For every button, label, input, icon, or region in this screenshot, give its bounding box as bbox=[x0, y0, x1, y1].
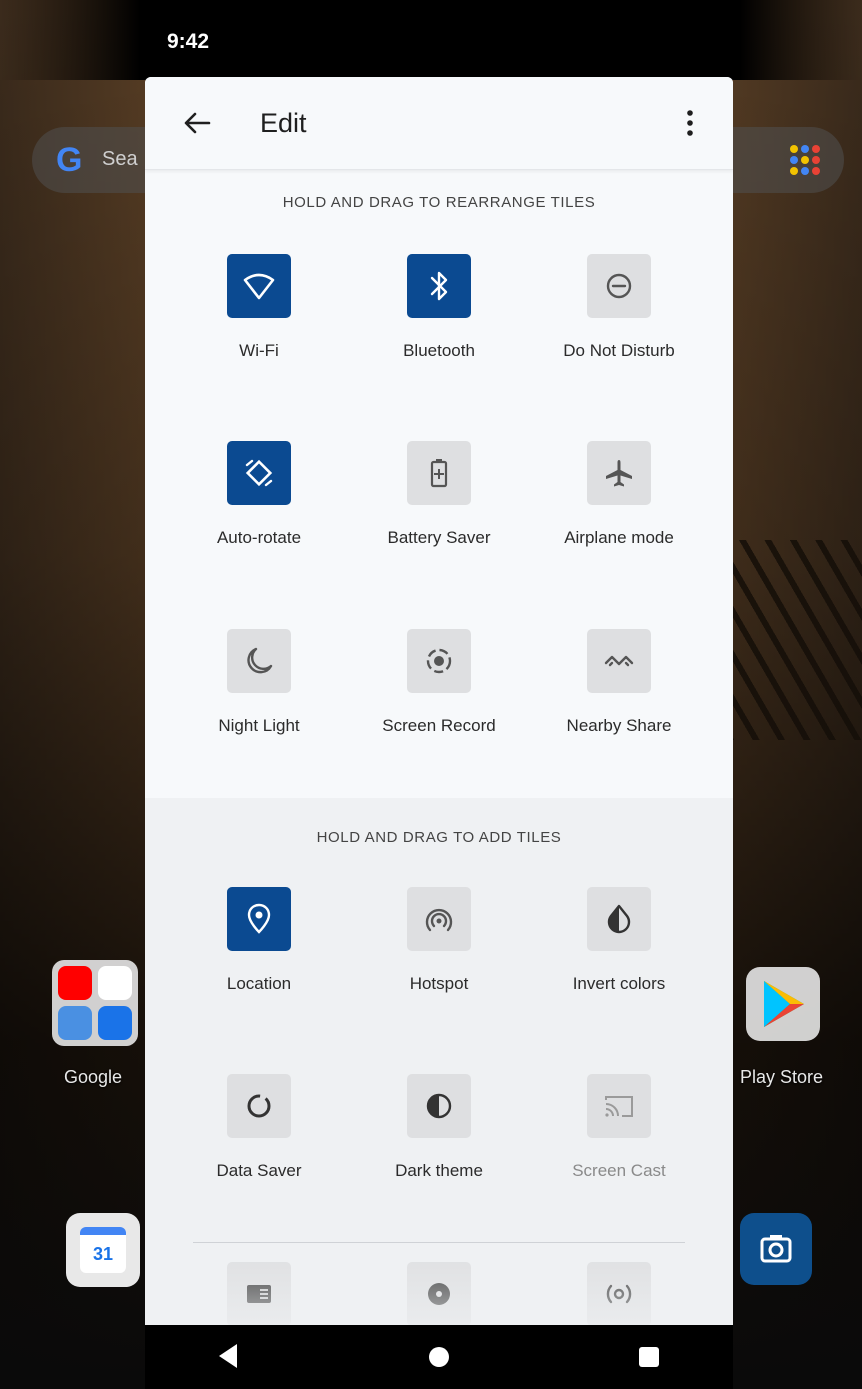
tile-label: Dark theme bbox=[395, 1161, 483, 1180]
nav-home-icon[interactable] bbox=[429, 1347, 449, 1367]
tile-screen-record[interactable]: Screen Record bbox=[358, 629, 518, 769]
location-icon bbox=[227, 887, 291, 951]
tile-location[interactable]: Location bbox=[178, 887, 338, 1027]
tile-label: Airplane mode bbox=[564, 528, 674, 547]
tile-label: Nearby Share bbox=[566, 716, 672, 735]
night-light-icon bbox=[227, 629, 291, 693]
youtube-icon bbox=[58, 966, 92, 1000]
calendar-icon[interactable]: 31 bbox=[66, 1213, 140, 1287]
auto-rotate-icon bbox=[227, 441, 291, 505]
tile-label: Night Light bbox=[218, 716, 300, 735]
airplane-icon bbox=[587, 441, 651, 505]
edit-tiles-panel: Edit HOLD AND DRAG TO REARRANGE TILES Wi… bbox=[145, 77, 733, 1325]
data-saver-icon bbox=[227, 1074, 291, 1138]
add-tiles-section bbox=[145, 798, 733, 1325]
live-caption-icon bbox=[587, 1262, 651, 1325]
tile-label: Location bbox=[226, 974, 292, 993]
panel-header: Edit bbox=[145, 77, 733, 170]
more-options-icon[interactable] bbox=[675, 105, 705, 141]
tile-label: Screen Cast bbox=[572, 1161, 666, 1180]
play-store-icon[interactable] bbox=[746, 967, 820, 1041]
tile-wifi[interactable]: Wi-Fi bbox=[178, 254, 338, 394]
dark-theme-icon bbox=[407, 1074, 471, 1138]
clock-icon bbox=[58, 1006, 92, 1040]
tile-label: Screen Record bbox=[382, 716, 496, 735]
google-folder-label: Google bbox=[64, 1067, 123, 1087]
bluetooth-icon bbox=[407, 254, 471, 318]
camera-icon[interactable] bbox=[740, 1213, 812, 1285]
do-not-disturb-icon bbox=[587, 254, 651, 318]
status-time: 9:42 bbox=[167, 30, 210, 53]
tile-dark-theme[interactable]: Dark theme bbox=[358, 1074, 518, 1214]
tile-label: Do Not Disturb bbox=[563, 341, 675, 360]
reader-mode-icon bbox=[227, 1262, 291, 1325]
play-store-label: Play Store bbox=[740, 1067, 824, 1087]
tile-screen-cast[interactable]: Screen Cast bbox=[538, 1074, 698, 1214]
home-search-placeholder: Sea bbox=[102, 148, 138, 170]
wifi-icon bbox=[227, 254, 291, 318]
gmail-icon bbox=[98, 966, 132, 1000]
record-dot-icon bbox=[407, 1262, 471, 1325]
hotspot-icon bbox=[407, 887, 471, 951]
divider bbox=[193, 1242, 685, 1243]
tile-night-light[interactable]: Night Light bbox=[178, 629, 338, 769]
tile-battery-saver[interactable]: Battery Saver bbox=[358, 441, 518, 581]
invert-colors-icon bbox=[587, 887, 651, 951]
apps-grid-icon[interactable] bbox=[790, 145, 820, 175]
tile-invert-colors[interactable]: Invert colors bbox=[538, 887, 698, 1027]
nearby-share-icon bbox=[587, 629, 651, 693]
tile-nearby-share[interactable]: Nearby Share bbox=[538, 629, 698, 769]
nav-back-icon[interactable] bbox=[217, 1341, 241, 1376]
rearrange-section-title: HOLD AND DRAG TO REARRANGE TILES bbox=[282, 194, 596, 211]
tile-live-caption[interactable] bbox=[538, 1262, 698, 1325]
tile-airplane-mode[interactable]: Airplane mode bbox=[538, 441, 698, 581]
calendar-day: 31 bbox=[80, 1227, 126, 1273]
tile-label: Invert colors bbox=[572, 974, 666, 993]
tile-auto-rotate[interactable]: Auto-rotate bbox=[178, 441, 338, 581]
nav-recents-icon[interactable] bbox=[639, 1347, 659, 1367]
tile-label: Data Saver bbox=[216, 1161, 302, 1180]
screen-cast-icon bbox=[587, 1074, 651, 1138]
google-g-icon: G bbox=[56, 141, 83, 179]
page-title: Edit bbox=[260, 108, 307, 138]
tile-record-dot[interactable] bbox=[358, 1262, 518, 1325]
tile-hotspot[interactable]: Hotspot bbox=[358, 887, 518, 1027]
meet-icon bbox=[98, 1006, 132, 1040]
tile-label: Bluetooth bbox=[403, 341, 475, 360]
tile-label: Battery Saver bbox=[387, 528, 491, 547]
tile-label: Wi-Fi bbox=[239, 341, 279, 360]
screen-record-icon bbox=[407, 629, 471, 693]
google-folder[interactable] bbox=[52, 960, 138, 1046]
tile-data-saver[interactable]: Data Saver bbox=[178, 1074, 338, 1214]
tile-bluetooth[interactable]: Bluetooth bbox=[358, 254, 518, 394]
status-bar: 9:42 bbox=[0, 0, 862, 80]
tile-reader-mode[interactable] bbox=[178, 1262, 338, 1325]
tile-label: Hotspot bbox=[409, 974, 469, 993]
navigation-bar bbox=[145, 1325, 733, 1389]
tile-do-not-disturb[interactable]: Do Not Disturb bbox=[538, 254, 698, 394]
back-arrow-icon[interactable] bbox=[179, 105, 215, 141]
tile-label: Auto-rotate bbox=[216, 528, 302, 547]
battery-saver-icon bbox=[407, 441, 471, 505]
add-section-title: HOLD AND DRAG TO ADD TILES bbox=[316, 829, 562, 846]
